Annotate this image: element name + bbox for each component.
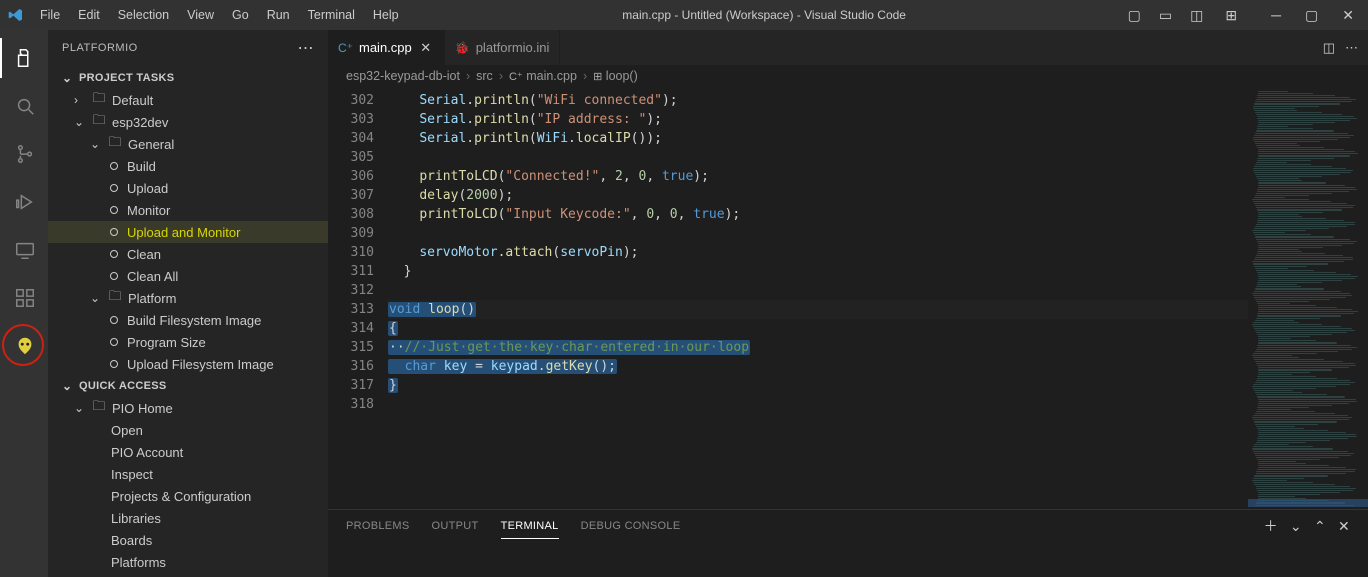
more-icon[interactable]: ⋯	[1345, 40, 1358, 56]
breadcrumb-item[interactable]: src	[476, 69, 493, 83]
breadcrumb-separator: ›	[583, 69, 587, 83]
editor-tab[interactable]: 🐞platformio.ini	[445, 30, 561, 65]
layout-icon[interactable]: ◫	[1184, 3, 1209, 28]
tree-item[interactable]: Inspect	[48, 463, 328, 485]
explorer-icon[interactable]	[0, 38, 48, 78]
breadcrumb-item[interactable]: ⊞ loop()	[593, 69, 638, 83]
tree-item[interactable]: Boards	[48, 529, 328, 551]
tree-item[interactable]: ⌄🗀esp32dev	[48, 111, 328, 133]
minimap[interactable]	[1248, 87, 1368, 509]
maximize-button[interactable]: ▢	[1299, 3, 1324, 28]
layout-icon[interactable]: ⊞	[1219, 3, 1243, 28]
tree-item[interactable]: Upload and Monitor	[48, 221, 328, 243]
panel-tab-problems[interactable]: PROBLEMS	[346, 514, 410, 539]
run-icon[interactable]	[0, 182, 48, 222]
activity-bar	[0, 30, 48, 577]
sidebar: PLATFORMIO ⋯ ⌄PROJECT TASKS›🗀Default⌄🗀es…	[48, 30, 328, 577]
maximize-panel-icon[interactable]: ⌃	[1314, 518, 1326, 535]
tree-item[interactable]: Upload Filesystem Image	[48, 353, 328, 375]
tree-item[interactable]: ›🗀Default	[48, 89, 328, 111]
menu-file[interactable]: File	[32, 4, 68, 26]
line-gutter: 3023033043053063073083093103113123133143…	[328, 87, 388, 509]
minimize-button[interactable]: ─	[1265, 3, 1287, 27]
window-title: main.cpp - Untitled (Workspace) - Visual…	[407, 8, 1122, 22]
code-content[interactable]: Serial.println("WiFi connected"); Serial…	[388, 87, 1368, 509]
tree-item[interactable]: Monitor	[48, 199, 328, 221]
menu-run[interactable]: Run	[259, 4, 298, 26]
close-tab-icon[interactable]: ✕	[418, 40, 434, 56]
tree-item[interactable]: Libraries	[48, 507, 328, 529]
tree-item[interactable]: ⌄🗀Platform	[48, 287, 328, 309]
sidebar-more-icon[interactable]: ⋯	[298, 38, 315, 58]
breadcrumb-separator: ›	[499, 69, 503, 83]
tree-section-header[interactable]: ⌄QUICK ACCESS	[48, 375, 328, 397]
editor-tabs: C⁺main.cpp✕🐞platformio.ini ◫ ⋯	[328, 30, 1368, 65]
chevron-down-icon[interactable]: ⌄	[1290, 518, 1302, 535]
sidebar-title: PLATFORMIO	[62, 42, 138, 54]
panel-tab-debug-console[interactable]: DEBUG CONSOLE	[581, 514, 681, 539]
split-editor-icon[interactable]: ◫	[1323, 40, 1335, 56]
title-bar: FileEditSelectionViewGoRunTerminalHelp m…	[0, 0, 1368, 30]
tree-item[interactable]: Clean	[48, 243, 328, 265]
menu-bar: FileEditSelectionViewGoRunTerminalHelp	[32, 4, 407, 26]
menu-terminal[interactable]: Terminal	[300, 4, 363, 26]
editor-tab-actions: ◫ ⋯	[1323, 30, 1368, 65]
close-panel-icon[interactable]: ✕	[1338, 518, 1350, 535]
breadcrumb-item[interactable]: C⁺ main.cpp	[509, 69, 577, 83]
breadcrumb-item[interactable]: esp32-keypad-db-iot	[346, 69, 460, 83]
code-editor[interactable]: 3023033043053063073083093103113123133143…	[328, 87, 1368, 509]
new-terminal-icon[interactable]: ＋	[1264, 516, 1278, 536]
tree-item[interactable]: Open	[48, 419, 328, 441]
breadcrumb-separator: ›	[466, 69, 470, 83]
breadcrumb[interactable]: esp32-keypad-db-iot › src › C⁺ main.cpp › ⊞ lo…	[328, 65, 1368, 87]
tree-item[interactable]: PIO Account	[48, 441, 328, 463]
sidebar-tree[interactable]: ⌄PROJECT TASKS›🗀Default⌄🗀esp32dev⌄🗀Gener…	[48, 65, 328, 577]
tree-section-header[interactable]: ⌄PROJECT TASKS	[48, 67, 328, 89]
scm-icon[interactable]	[0, 134, 48, 174]
layout-icon[interactable]: ▭	[1153, 3, 1178, 28]
tree-item[interactable]: Clean All	[48, 265, 328, 287]
panel-tab-terminal[interactable]: TERMINAL	[501, 514, 559, 539]
close-button[interactable]: ✕	[1336, 3, 1360, 28]
layout-icon[interactable]: ▢	[1122, 3, 1147, 28]
vscode-logo-icon	[8, 7, 24, 23]
menu-view[interactable]: View	[179, 4, 222, 26]
bottom-panel: PROBLEMS OUTPUT TERMINAL DEBUG CONSOLE ＋ ⌄ …	[328, 509, 1368, 577]
menu-edit[interactable]: Edit	[70, 4, 108, 26]
tree-item[interactable]: Program Size	[48, 331, 328, 353]
extensions-icon[interactable]	[0, 278, 48, 318]
panel-actions: ＋ ⌄ ⌃ ✕	[1264, 516, 1350, 536]
tree-item[interactable]: Build	[48, 155, 328, 177]
tree-item[interactable]: Platforms	[48, 551, 328, 573]
remote-icon[interactable]	[0, 230, 48, 270]
panel-tab-output[interactable]: OUTPUT	[432, 514, 479, 539]
tree-item[interactable]: Build Filesystem Image	[48, 309, 328, 331]
tree-item[interactable]: ⌄🗀General	[48, 133, 328, 155]
window-controls: ─ ▢ ✕	[1265, 3, 1360, 28]
menu-go[interactable]: Go	[224, 4, 257, 26]
editor-tab[interactable]: C⁺main.cpp✕	[328, 30, 445, 65]
tree-item[interactable]: ⌄🗀PIO Home	[48, 397, 328, 419]
menu-selection[interactable]: Selection	[110, 4, 177, 26]
menu-help[interactable]: Help	[365, 4, 407, 26]
tree-item[interactable]: Upload	[48, 177, 328, 199]
editor-area: C⁺main.cpp✕🐞platformio.ini ◫ ⋯ esp32-key…	[328, 30, 1368, 577]
tree-item[interactable]: Projects & Configuration	[48, 485, 328, 507]
editor-layout-controls[interactable]: ▢ ▭ ◫ ⊞	[1122, 3, 1243, 28]
platformio-icon[interactable]	[0, 326, 48, 366]
search-icon[interactable]	[0, 86, 48, 126]
